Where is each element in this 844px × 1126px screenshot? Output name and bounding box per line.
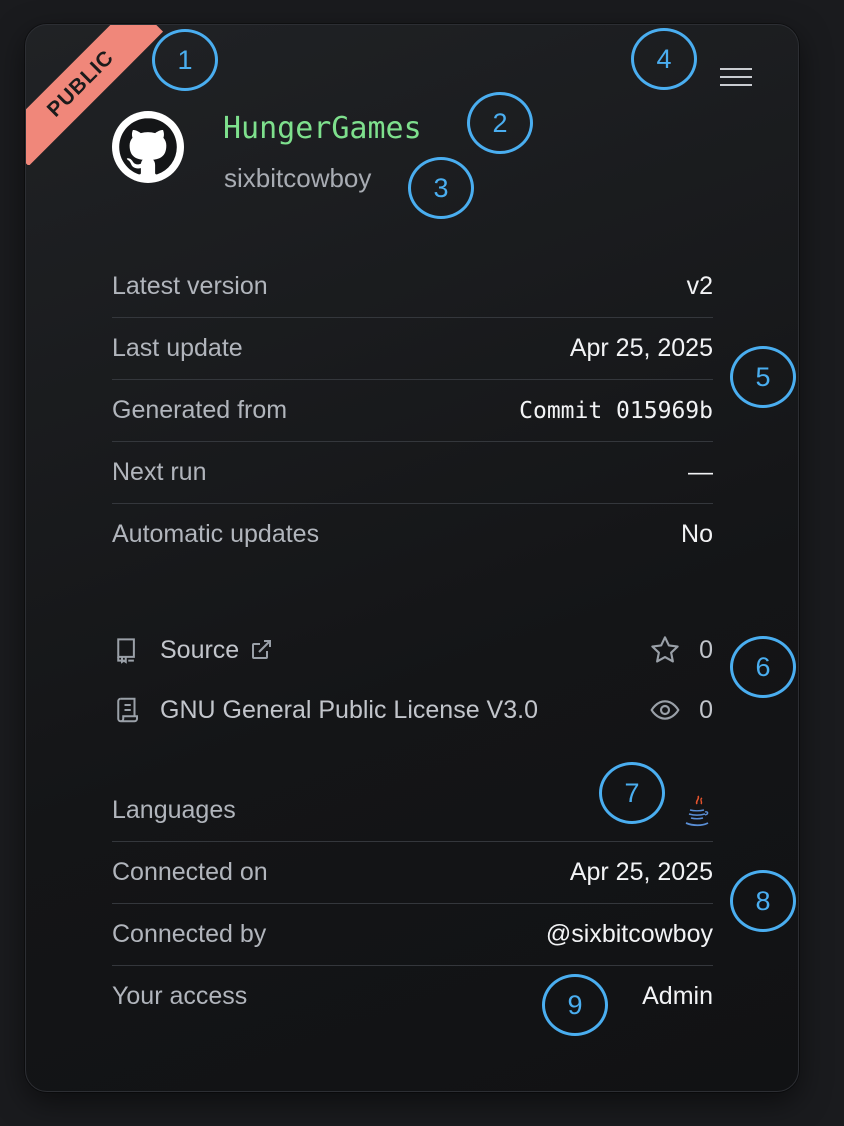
callout-7: 7 xyxy=(599,762,665,824)
java-icon xyxy=(685,795,709,826)
owner-link[interactable]: sixbitcowboy xyxy=(224,163,371,194)
detail-row-last-update: Last update Apr 25, 2025 xyxy=(112,318,713,380)
detail-row-automatic-updates: Automatic updates No xyxy=(112,504,713,565)
languages-label: Languages xyxy=(112,796,236,824)
detail-row-generated-from: Generated from Commit 015969b xyxy=(112,380,713,442)
connection-value: Admin xyxy=(642,982,713,1010)
star-icon xyxy=(651,636,679,663)
detail-row-latest-version: Latest version v2 xyxy=(112,256,713,318)
license-link[interactable]: GNU General Public License V3.0 xyxy=(112,695,538,725)
links-section: Source 0 GNU General Public License V3.0… xyxy=(112,620,713,740)
callout-6: 6 xyxy=(730,636,796,698)
source-link[interactable]: Source xyxy=(112,635,273,665)
connected-by-link[interactable]: @sixbitcowboy xyxy=(546,920,713,949)
commit-link[interactable]: Commit 015969b xyxy=(519,398,713,424)
callout-3: 3 xyxy=(408,157,474,219)
details-table: Latest version v2 Last update Apr 25, 20… xyxy=(112,256,713,565)
connection-label: Connected by xyxy=(112,920,267,948)
detail-label: Generated from xyxy=(112,396,288,424)
detail-label: Latest version xyxy=(112,272,268,300)
license-scroll-icon xyxy=(117,697,138,723)
license-row: GNU General Public License V3.0 0 xyxy=(112,680,713,740)
stars-stat[interactable]: 0 xyxy=(649,634,713,666)
detail-value: — xyxy=(688,458,713,486)
connection-label: Connected on xyxy=(112,858,268,886)
connected-on-row: Connected on Apr 25, 2025 xyxy=(112,842,713,904)
callout-8: 8 xyxy=(730,870,796,932)
callout-2: 2 xyxy=(467,92,533,154)
menu-button[interactable] xyxy=(718,65,754,89)
stars-count: 0 xyxy=(699,635,713,664)
repo-book-icon xyxy=(117,638,135,664)
callout-5: 5 xyxy=(730,346,796,408)
eye-icon xyxy=(650,700,680,720)
external-link-icon xyxy=(252,640,272,659)
connection-label: Your access xyxy=(112,982,248,1010)
detail-value: No xyxy=(681,520,713,548)
detail-label: Last update xyxy=(112,334,243,362)
detail-row-next-run: Next run — xyxy=(112,442,713,504)
connection-value: Apr 25, 2025 xyxy=(569,858,713,886)
detail-label: Next run xyxy=(112,458,207,486)
detail-value: v2 xyxy=(686,272,713,300)
your-access-row: Your access Admin xyxy=(112,966,713,1027)
detail-label: Automatic updates xyxy=(112,520,320,548)
source-row: Source 0 xyxy=(112,620,713,680)
repo-name-link[interactable]: HungerGames xyxy=(223,111,422,146)
watchers-stat[interactable]: 0 xyxy=(649,694,713,726)
callout-1: 1 xyxy=(152,29,218,91)
connected-by-row: Connected by @sixbitcowboy xyxy=(112,904,713,966)
license-label: GNU General Public License V3.0 xyxy=(160,695,538,724)
callout-4: 4 xyxy=(631,28,697,90)
callout-9: 9 xyxy=(542,974,608,1036)
source-label: Source xyxy=(160,635,240,664)
detail-value: Apr 25, 2025 xyxy=(569,334,713,362)
watchers-count: 0 xyxy=(699,695,713,724)
github-octocat-icon xyxy=(112,111,184,183)
